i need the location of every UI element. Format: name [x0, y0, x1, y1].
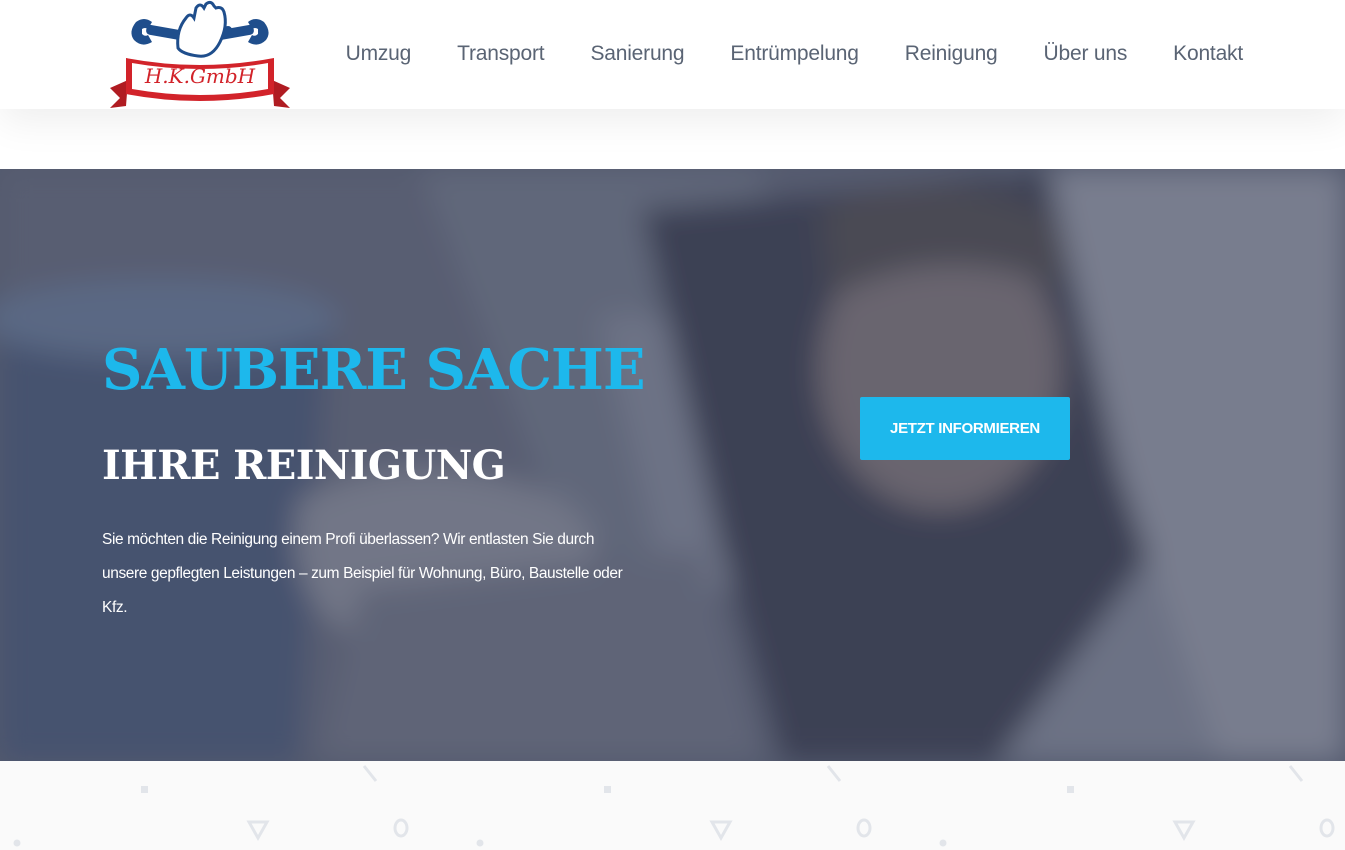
jetzt-informieren-button[interactable]: JETZT INFORMIEREN	[860, 397, 1070, 460]
nav-item-reinigung[interactable]: Reinigung	[882, 42, 1021, 68]
nav-item-sanierung[interactable]: Sanierung	[567, 42, 707, 68]
hero-title: SAUBERE SACHE	[102, 337, 646, 403]
company-logo[interactable]: H.K.GmbH	[108, 0, 292, 109]
decorative-pattern-section	[0, 761, 1345, 850]
site-header: H.K.GmbH Umzug Transport Sanierung Entrü…	[0, 0, 1345, 109]
hero-description: Sie möchten die Reinigung einem Profi üb…	[102, 531, 623, 616]
geometric-pattern-icon	[13, 765, 1335, 847]
nav-item-ueber-uns[interactable]: Über uns	[1021, 42, 1151, 68]
nav-item-entruempelung[interactable]: Entrümpelung	[707, 42, 881, 68]
nav-item-umzug[interactable]: Umzug	[323, 42, 435, 68]
nav-item-kontakt[interactable]: Kontakt	[1150, 42, 1265, 68]
wrench-tools-logo-icon: H.K.GmbH	[110, 0, 290, 108]
hero-subtitle: IHRE REINIGUNG	[102, 442, 506, 489]
main-navigation: Umzug Transport Sanierung Entrümpelung R…	[346, 0, 1265, 109]
nav-item-transport[interactable]: Transport	[434, 42, 567, 68]
svg-text:H.K.GmbH: H.K.GmbH	[144, 64, 256, 88]
hero-section: SAUBERE SACHE IHRE REINIGUNG Sie möchten…	[0, 169, 1345, 761]
